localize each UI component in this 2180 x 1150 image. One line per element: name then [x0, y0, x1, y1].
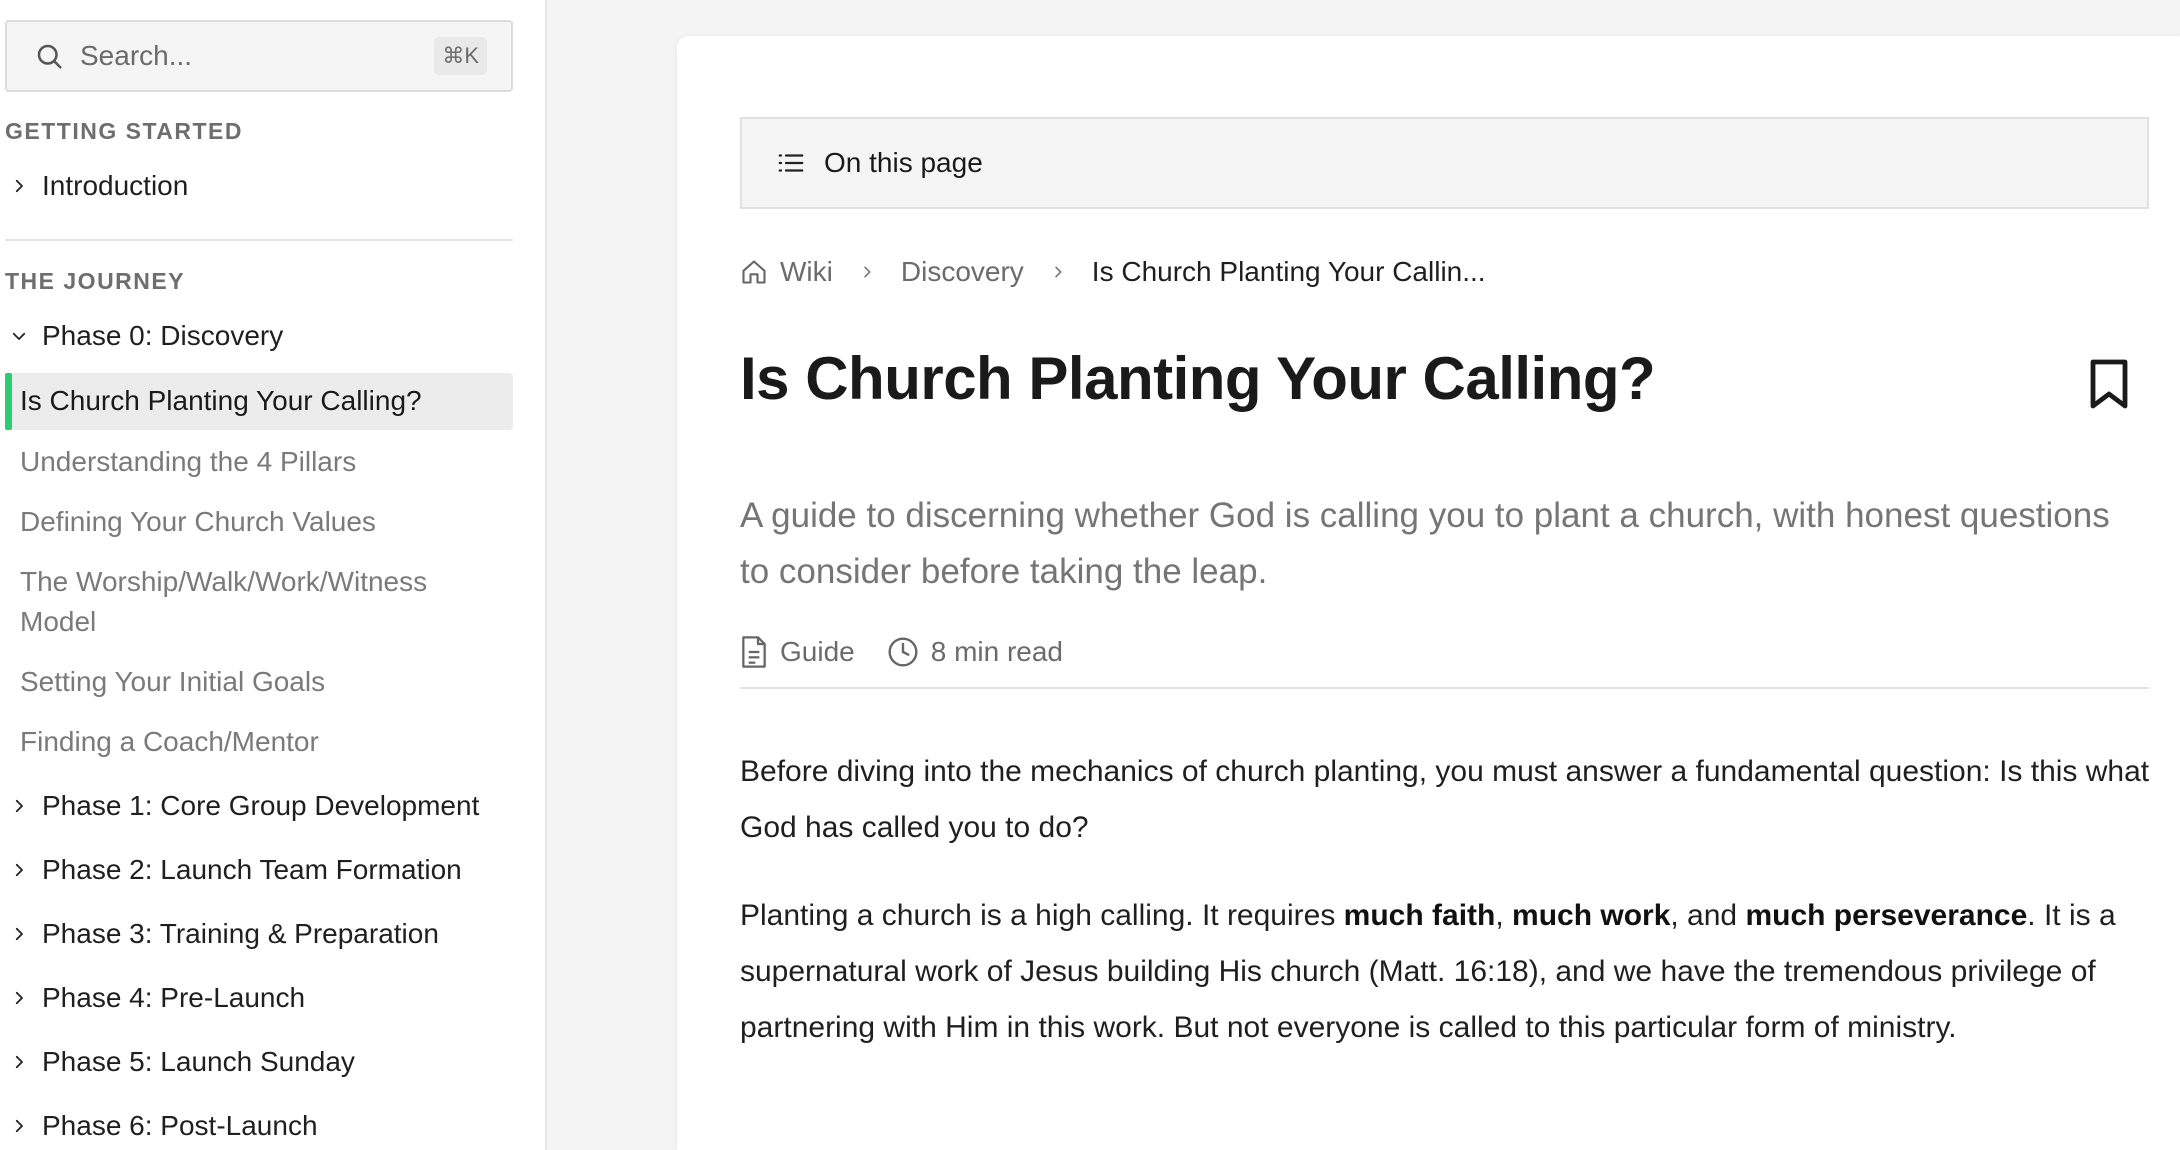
chevron-right-icon: [15, 863, 23, 877]
sidebar-item-label: Phase 2: Launch Team Formation: [42, 854, 462, 885]
sidebar-item-phase-6[interactable]: Phase 6: Post-Launch: [0, 1110, 318, 1142]
home-icon: [740, 258, 768, 286]
paragraph-text: Planting a church is a high calling. It …: [740, 899, 1344, 932]
breadcrumb: Wiki Discovery Is Church Planting Your C…: [740, 256, 1486, 288]
sidebar-subitem[interactable]: The Worship/Walk/Work/Witness Model: [20, 562, 490, 642]
sidebar-item-phase-4[interactable]: Phase 4: Pre-Launch: [0, 982, 305, 1014]
paragraph-2: Planting a church is a high calling. It …: [740, 888, 2155, 1056]
sidebar-item-label: Phase 5: Launch Sunday: [42, 1046, 355, 1077]
sidebar-subitem[interactable]: Defining Your Church Values: [20, 502, 490, 542]
chevron-right-icon: [859, 264, 875, 280]
active-indicator: [5, 373, 12, 430]
breadcrumb-link-wiki[interactable]: Wiki: [780, 256, 833, 288]
sidebar-item-label: Phase 6: Post-Launch: [42, 1110, 318, 1141]
sidebar-item-phase-2[interactable]: Phase 2: Launch Team Formation: [0, 854, 462, 886]
article-type: Guide: [780, 636, 855, 667]
paragraph-text: ,: [1495, 899, 1513, 932]
document-icon: [742, 636, 766, 668]
chevron-right-icon: [15, 1055, 23, 1069]
bookmark-icon: [2090, 359, 2128, 409]
sidebar-item-label: Phase 3: Training & Preparation: [42, 918, 439, 949]
sidebar-subitem-active[interactable]: Is Church Planting Your Calling?: [5, 373, 513, 430]
sidebar-item-phase-3[interactable]: Phase 3: Training & Preparation: [0, 918, 439, 950]
sidebar-item-label: Phase 1: Core Group Development: [42, 790, 480, 821]
sidebar: Search... ⌘K GETTING STARTED Introductio…: [0, 0, 547, 1150]
chevron-right-icon: [15, 179, 23, 193]
emphasis-text: much faith: [1343, 899, 1496, 932]
page-description: A guide to discerning whether God is cal…: [740, 496, 2110, 591]
sidebar-subitem[interactable]: Understanding the 4 Pillars: [20, 442, 490, 482]
chevron-right-icon: [15, 799, 23, 813]
sidebar-divider: [5, 239, 513, 241]
sidebar-item-phase-0[interactable]: Phase 0: Discovery: [0, 320, 283, 352]
list-icon: [778, 154, 804, 172]
section-heading-getting-started: GETTING STARTED: [5, 118, 244, 144]
sidebar-subitem-label: Is Church Planting Your Calling?: [20, 385, 422, 416]
search-icon: [37, 44, 62, 69]
chevron-right-icon: [1050, 264, 1066, 280]
read-time: 8 min read: [930, 636, 1064, 667]
emphasis-text: much work: [1512, 899, 1671, 932]
bookmark-button[interactable]: [2087, 358, 2131, 415]
section-heading-the-journey: THE JOURNEY: [5, 268, 186, 294]
on-this-page-toggle[interactable]: On this page: [740, 117, 2149, 209]
breadcrumb-current: Is Church Planting Your Callin...: [1091, 256, 1486, 287]
sidebar-item-phase-5[interactable]: Phase 5: Launch Sunday: [0, 1046, 355, 1078]
clock-icon: [888, 637, 918, 667]
page-title: Is Church Planting Your Calling?: [740, 345, 1656, 412]
sidebar-item-label: Phase 0: Discovery: [42, 320, 284, 351]
sidebar-item-phase-1[interactable]: Phase 1: Core Group Development: [0, 790, 479, 822]
content-divider: [740, 687, 2149, 689]
main-content: On this page Wiki Discovery Is Church Pl…: [677, 36, 2180, 1150]
search-box[interactable]: Search... ⌘K: [5, 20, 513, 92]
chevron-right-icon: [15, 991, 23, 1005]
breadcrumb-link-discovery[interactable]: Discovery: [901, 256, 1024, 288]
emphasis-text: much perseverance: [1745, 899, 2028, 932]
on-this-page-label: On this page: [824, 147, 983, 178]
sidebar-item-label: Phase 4: Pre-Launch: [42, 982, 306, 1013]
sidebar-item-introduction[interactable]: Introduction: [0, 170, 188, 202]
chevron-right-icon: [15, 1119, 23, 1133]
chevron-down-icon: [12, 332, 26, 340]
search-shortcut-badge: ⌘K: [434, 37, 487, 75]
paragraph-text: , and: [1670, 899, 1746, 932]
sidebar-subitem[interactable]: Finding a Coach/Mentor: [20, 722, 490, 762]
article-meta: Guide 8 min read: [740, 636, 1063, 668]
sidebar-item-label: Introduction: [42, 170, 189, 201]
search-input[interactable]: Search...: [80, 40, 434, 72]
paragraph-1: Before diving into the mechanics of chur…: [740, 755, 2150, 844]
sidebar-subitem[interactable]: Setting Your Initial Goals: [20, 662, 490, 702]
chevron-right-icon: [15, 927, 23, 941]
